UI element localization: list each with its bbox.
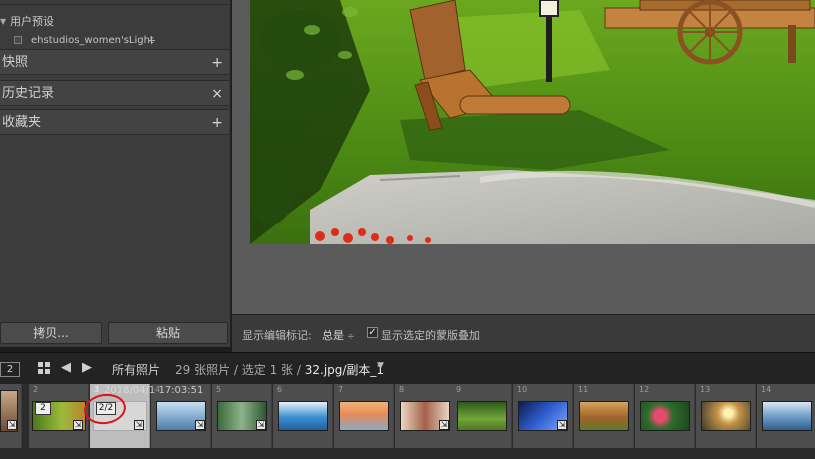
thumbnail[interactable] (457, 401, 507, 431)
filmstrip-cell[interactable]: 5 ⇲ (212, 384, 272, 448)
show-edit-pins-select[interactable]: 总是 ÷ (322, 327, 355, 343)
filmstrip[interactable]: ⇲ 2 2 ⇲ 3 2/2 ⇲ 4 ⇲ 5 ⇲ 6 7 8 ⇲ 9 10 ⇲ 1… (0, 384, 815, 459)
add-collection-icon[interactable]: + (211, 110, 223, 136)
filmstrip-cell[interactable]: 9 (452, 384, 512, 448)
thumbnail[interactable] (640, 401, 690, 431)
section-collections[interactable]: 收藏夹 + (0, 109, 229, 135)
edited-badge-icon: ⇲ (557, 420, 567, 430)
preset-item[interactable]: ehstudios_women'sLight + (0, 32, 229, 49)
preset-item-label: ehstudios_women'sLight (31, 35, 154, 46)
cell-index: 12 (639, 385, 650, 394)
edited-badge-icon: ⇲ (195, 420, 205, 430)
thumbnail[interactable] (278, 401, 328, 431)
filmstrip-stats: 29 张照片 / 选定 1 张 / 32.jpg/副本_1 (175, 361, 384, 378)
forward-arrow-icon[interactable]: ▶ (82, 360, 92, 375)
filmstrip-cell[interactable]: 14 (757, 384, 815, 448)
filmstrip-source[interactable]: 所有照片 (112, 361, 160, 378)
filmstrip-cell[interactable]: 10 ⇲ (513, 384, 573, 448)
filmstrip-cell[interactable]: ⇲ (0, 384, 22, 448)
section-snapshots-label: 快照 (2, 55, 29, 70)
thumbnail[interactable] (701, 401, 751, 431)
photo-count: 29 张照片 / (175, 363, 238, 377)
cell-index: 7 (338, 385, 344, 394)
photo-image (250, 0, 815, 244)
show-mask-checkbox[interactable]: ✓ (367, 327, 378, 338)
cell-index: 14 (761, 385, 772, 394)
section-history-label: 历史记录 (2, 86, 55, 101)
show-edit-pins-value: 总是 (322, 329, 344, 342)
selected-count: 选定 1 张 / (241, 363, 301, 377)
preset-folder-label: 用户预设 (10, 15, 54, 28)
cell-index: 8 (399, 385, 405, 394)
cell-index: 3 (94, 385, 100, 394)
filmstrip-cell[interactable]: 7 (334, 384, 394, 448)
current-filename: 32.jpg/副本_1 (304, 363, 385, 377)
edited-badge-icon: ⇲ (256, 420, 266, 430)
grid-view-icon[interactable] (38, 362, 51, 375)
show-edit-pins-label: 显示编辑标记: (242, 329, 312, 342)
main-photo[interactable] (250, 0, 815, 244)
preset-folder-user[interactable]: ▼ 用户预设 (0, 13, 229, 31)
cell-index: 13 (700, 385, 711, 394)
show-mask-label: 显示选定的蒙版叠加 (381, 329, 480, 342)
stepper-icon: ÷ (347, 332, 355, 342)
dropdown-arrow-icon[interactable]: ▼ (377, 361, 384, 371)
thumbnail[interactable] (579, 401, 629, 431)
cell-index: 9 (456, 385, 462, 394)
thumbnail[interactable] (339, 401, 389, 431)
filmstrip-cell[interactable]: 12 (635, 384, 695, 448)
cell-index: 11 (578, 385, 589, 394)
preset-icon (14, 36, 22, 44)
hover-tooltip-text: 2018/04/1 17:03:51 (104, 385, 204, 396)
panel-divider (0, 4, 229, 5)
section-snapshots[interactable]: 快照 + (0, 49, 229, 75)
edited-badge-icon: ⇲ (7, 420, 17, 430)
filmstrip-cell[interactable]: 6 (273, 384, 333, 448)
cell-index: 2 (33, 385, 39, 394)
preset-add-icon[interactable]: + (147, 32, 156, 49)
back-arrow-icon[interactable]: ◀ (61, 360, 71, 375)
clear-history-icon[interactable]: × (211, 81, 223, 107)
stack-count-badge[interactable]: 2/2 (96, 402, 116, 415)
cell-index: 6 (277, 385, 283, 394)
edited-badge-icon: ⇲ (73, 420, 83, 430)
cell-index: 5 (216, 385, 222, 394)
copy-button[interactable]: 拷贝... (0, 322, 102, 344)
cell-index: 10 (517, 385, 528, 394)
loupe-toolbar: 显示编辑标记: 总是 ÷ ✓ 显示选定的蒙版叠加 (232, 314, 815, 352)
filmstrip-cell[interactable]: 11 (574, 384, 634, 448)
left-panel: ▼ 用户预设 ehstudios_women'sLight + 快照 + 历史记… (0, 0, 231, 347)
edited-badge-icon: ⇲ (439, 420, 449, 430)
paste-button[interactable]: 粘贴 (108, 322, 228, 344)
secondary-window-button[interactable]: 2 (0, 362, 20, 377)
stack-count-badge[interactable]: 2 (35, 402, 51, 415)
filmstrip-cell[interactable]: 2 2 ⇲ (29, 384, 89, 448)
filmstrip-navbar: 2 ◀ ▶ 所有照片 29 张照片 / 选定 1 张 / 32.jpg/副本_1… (0, 352, 815, 384)
section-history[interactable]: 历史记录 × (0, 80, 229, 106)
thumbnail[interactable] (762, 401, 812, 431)
section-collections-label: 收藏夹 (2, 115, 42, 130)
add-snapshot-icon[interactable]: + (211, 50, 223, 76)
edited-badge-icon: ⇲ (134, 420, 144, 430)
filmstrip-cell[interactable]: 13 (696, 384, 756, 448)
photo-canvas[interactable] (232, 0, 815, 314)
filmstrip-cell[interactable]: 8 ⇲ (395, 384, 455, 448)
disclosure-triangle-icon[interactable]: ▼ (0, 13, 6, 31)
